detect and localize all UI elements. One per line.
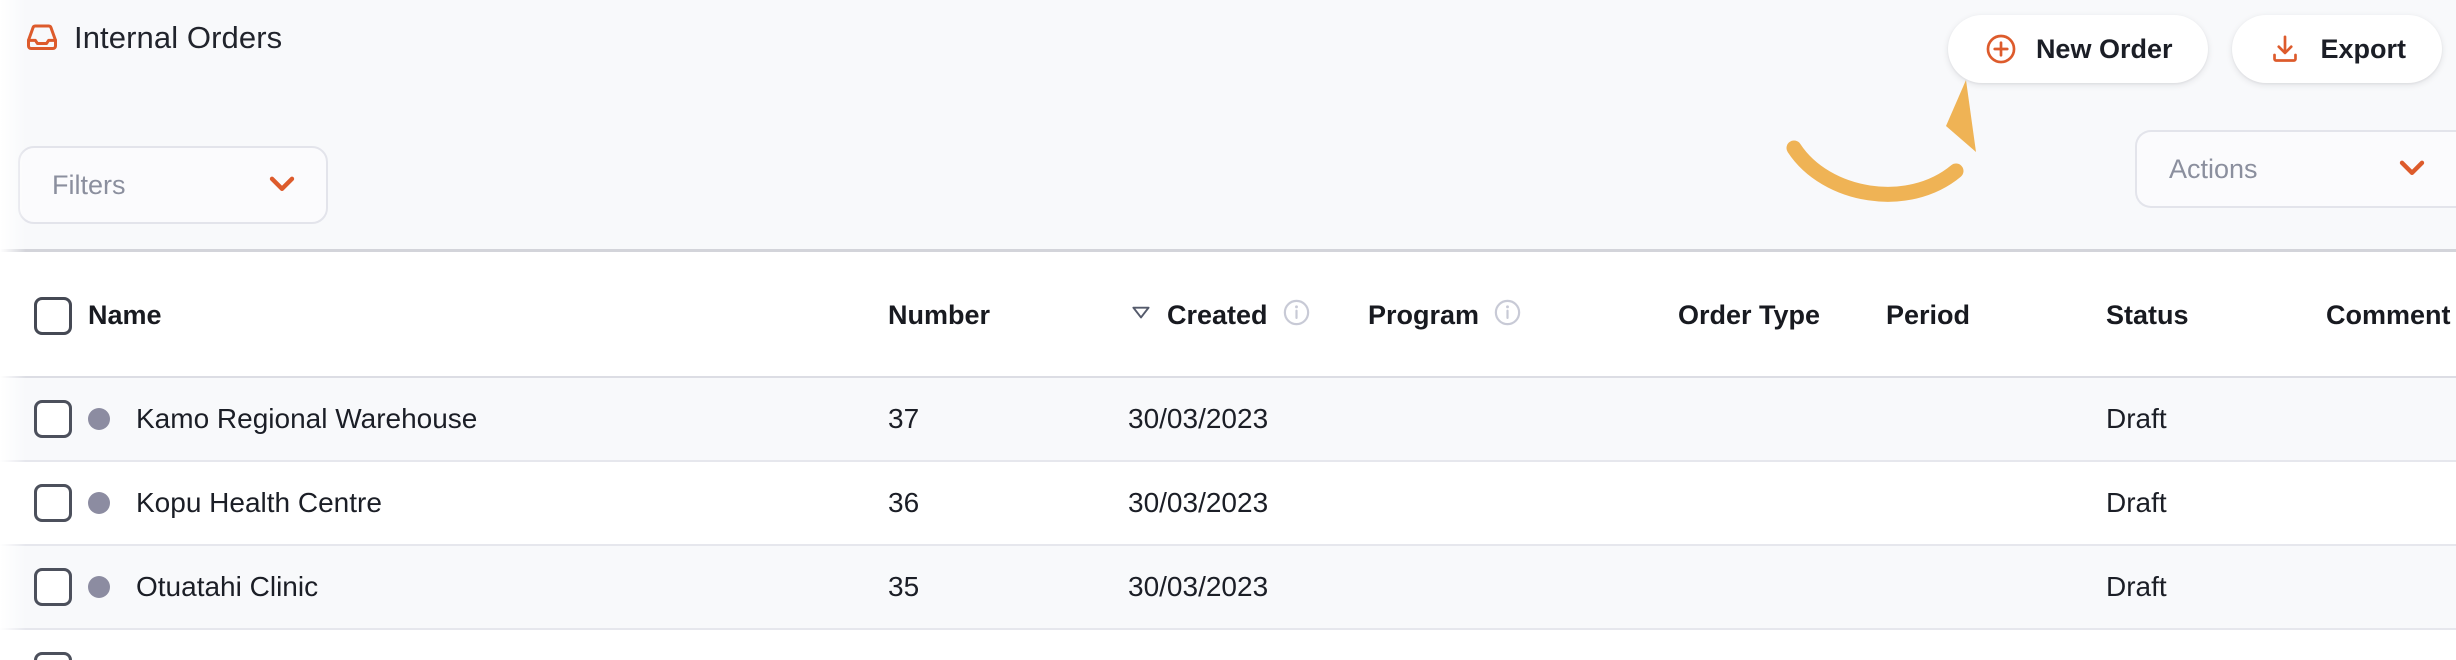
page-title-group: Internal Orders xyxy=(24,20,282,56)
row-created: 30/03/2023 xyxy=(1128,403,1269,434)
status-dot-icon xyxy=(88,492,110,514)
column-header-status[interactable]: Status xyxy=(2106,255,2326,377)
row-number: 35 xyxy=(888,571,920,602)
table-body: Kamo Regional Warehouse 37 30/03/2023 Dr… xyxy=(0,377,2456,660)
row-name-cell: Kamo Regional Warehouse xyxy=(88,377,888,461)
table-row[interactable]: Kamo Regional Warehouse 37 30/03/2023 Dr… xyxy=(0,377,2456,461)
row-period xyxy=(1886,461,2106,545)
download-icon xyxy=(2268,32,2302,66)
row-order-type xyxy=(1678,377,1886,461)
column-header-program[interactable]: Program xyxy=(1368,255,1678,377)
row-status: Draft xyxy=(2106,487,2167,518)
row-checkbox[interactable] xyxy=(34,400,72,438)
row-status: Draft xyxy=(2106,571,2167,602)
column-label-order-type: Order Type xyxy=(1678,300,1821,331)
filters-dropdown[interactable]: Filters xyxy=(18,146,328,224)
orders-table: Name Number Created Program Order Type P… xyxy=(0,255,2456,660)
export-label: Export xyxy=(2320,33,2406,64)
row-name: Kamo Regional Warehouse xyxy=(136,403,478,434)
row-checkbox[interactable] xyxy=(34,652,72,660)
header-actions: New Order Export xyxy=(1947,15,2442,83)
status-dot-icon xyxy=(88,408,110,430)
row-period xyxy=(1886,545,2106,629)
column-label-status: Status xyxy=(2106,300,2189,330)
row-comment xyxy=(2326,629,2456,660)
column-label-number: Number xyxy=(888,300,991,330)
column-header-number[interactable]: Number xyxy=(888,255,1128,377)
column-label-period: Period xyxy=(1886,300,1971,330)
row-checkbox[interactable] xyxy=(34,568,72,606)
row-select-cell xyxy=(0,629,88,660)
table-row[interactable]: Otuatahi Clinic 35 30/03/2023 Draft xyxy=(0,545,2456,629)
table-row[interactable]: Kopu Health Centre 36 30/03/2023 Draft xyxy=(0,461,2456,545)
row-select-cell xyxy=(0,377,88,461)
column-header-period[interactable]: Period xyxy=(1886,255,2106,377)
row-name-cell: Tamaki Central Medical Store xyxy=(88,629,888,660)
column-header-comment[interactable]: Comment xyxy=(2326,255,2456,377)
row-program xyxy=(1368,377,1678,461)
row-name-cell: Kopu Health Centre xyxy=(88,461,888,545)
row-comment xyxy=(2326,545,2456,629)
row-name-cell: Otuatahi Clinic xyxy=(88,545,888,629)
filters-label: Filters xyxy=(52,169,126,200)
row-name: Tamaki Central Medical Store xyxy=(136,655,502,660)
column-label-name: Name xyxy=(88,300,162,330)
row-created: 30/03/2023 xyxy=(1128,571,1269,602)
column-label-program: Program xyxy=(1368,300,1480,330)
export-button[interactable]: Export xyxy=(2232,15,2442,83)
chevron-down-icon xyxy=(2366,147,2432,192)
row-number: 36 xyxy=(888,487,920,518)
row-created: 30/03/2023 xyxy=(1128,487,1269,518)
row-name: Kopu Health Centre xyxy=(136,487,382,518)
row-created: 30/03/2023 xyxy=(1128,629,1368,660)
column-header-name[interactable]: Name xyxy=(88,255,888,377)
row-period xyxy=(1886,629,2106,660)
info-icon[interactable] xyxy=(1281,297,1312,335)
orders-table-container: Name Number Created Program Order Type P… xyxy=(0,255,2456,660)
row-number: 37 xyxy=(888,403,920,434)
chevron-down-icon xyxy=(236,163,302,208)
row-comment xyxy=(2326,377,2456,461)
table-header-row: Name Number Created Program Order Type P… xyxy=(0,255,2456,377)
internal-orders-page: Internal Orders New Order Export Filters… xyxy=(0,0,2456,660)
actions-dropdown[interactable]: Actions xyxy=(2135,130,2456,208)
new-order-label: New Order xyxy=(2035,33,2173,64)
row-status: Draft xyxy=(2106,403,2167,434)
actions-label: Actions xyxy=(2169,153,2258,184)
row-name: Otuatahi Clinic xyxy=(136,571,319,602)
select-all-checkbox[interactable] xyxy=(34,296,72,335)
row-select-cell xyxy=(0,461,88,545)
table-header: Name Number Created Program Order Type P… xyxy=(0,255,2456,377)
table-row[interactable]: Tamaki Central Medical Store 34 30/03/20… xyxy=(0,629,2456,660)
row-status: Draft xyxy=(2106,629,2326,660)
row-order-type xyxy=(1678,461,1886,545)
row-program xyxy=(1368,545,1678,629)
sort-descending-icon xyxy=(1128,299,1154,332)
status-dot-icon xyxy=(88,576,110,598)
row-period xyxy=(1886,377,2106,461)
row-number: 34 xyxy=(888,629,1128,660)
select-all-header xyxy=(0,255,88,377)
column-header-created[interactable]: Created xyxy=(1128,255,1368,377)
row-select-cell xyxy=(0,545,88,629)
toolbar-region: Internal Orders New Order Export Filters… xyxy=(0,0,2456,252)
row-program xyxy=(1368,629,1678,660)
page-title: Internal Orders xyxy=(74,20,283,55)
column-label-comment: Comment xyxy=(2326,300,2451,330)
row-order-type xyxy=(1678,629,1886,660)
row-comment xyxy=(2326,461,2456,545)
plus-circle-icon xyxy=(1984,32,2018,66)
row-program xyxy=(1368,461,1678,545)
column-header-order-type[interactable]: Order Type xyxy=(1678,255,1886,377)
new-order-button[interactable]: New Order xyxy=(1947,15,2209,83)
row-order-type xyxy=(1678,545,1886,629)
info-icon[interactable] xyxy=(1492,297,1523,335)
column-label-created: Created xyxy=(1167,300,1268,330)
row-checkbox[interactable] xyxy=(34,484,72,522)
inbox-tray-icon xyxy=(24,20,60,56)
